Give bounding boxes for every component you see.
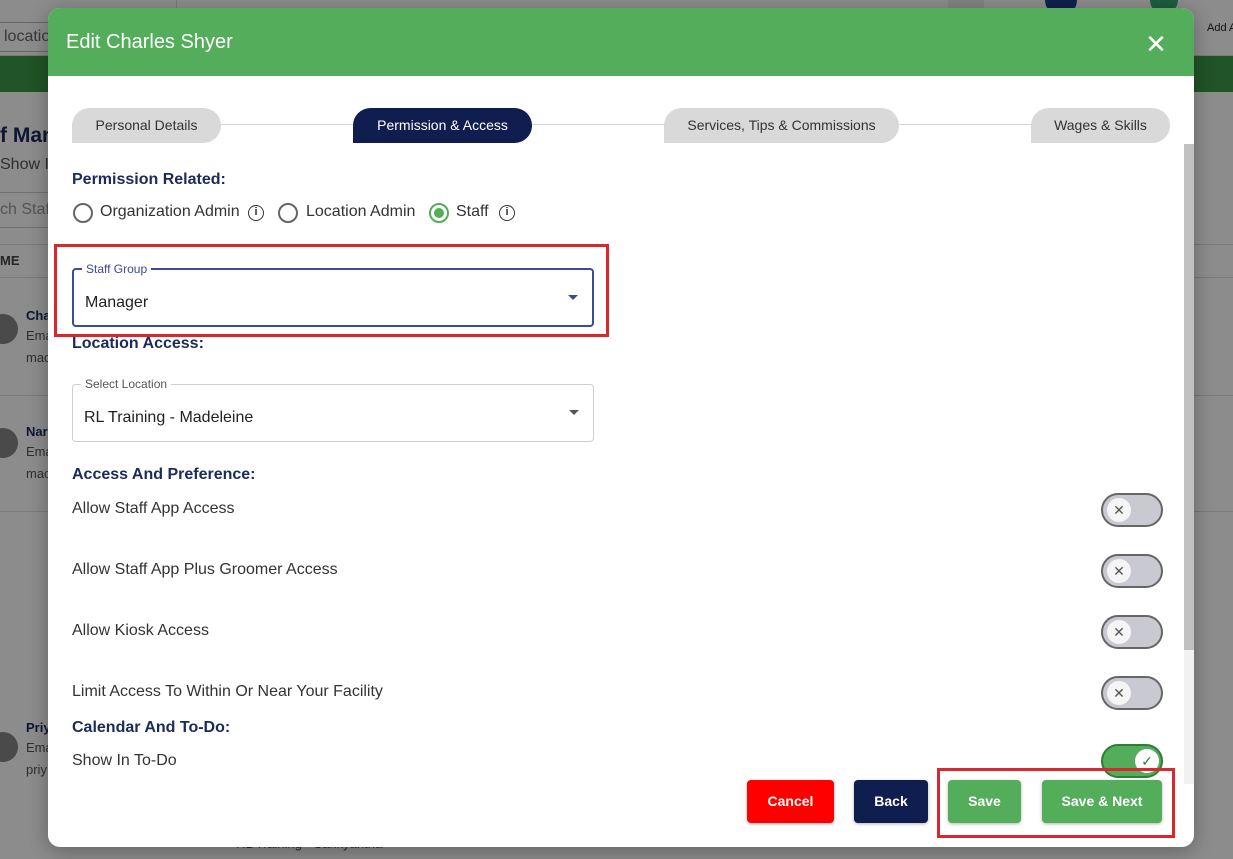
toggle-groomer-access[interactable]: ✕ [1101,554,1163,588]
toggle-off-icon: ✕ [1107,620,1131,644]
modal-header: Edit Charles Shyer ✕ [48,8,1194,76]
back-button[interactable]: Back [854,780,928,823]
tab-permission-access[interactable]: Permission & Access [353,108,532,143]
toggle-limit-access[interactable]: ✕ [1101,676,1163,710]
radio-location-admin[interactable] [278,203,298,223]
toggle-off-icon: ✕ [1107,559,1131,583]
check-icon: ✓ [1135,749,1159,773]
toggle-off-icon: ✕ [1107,681,1131,705]
radio-label-location-admin[interactable]: Location Admin [306,203,415,221]
toggle-staff-app-access[interactable]: ✕ [1101,493,1163,527]
select-location-value: RL Training - Madeleine [84,409,254,426]
access-preference-title: Access And Preference: [72,466,256,483]
select-location-dropdown[interactable]: Select Location RL Training - Madeleine [72,377,594,442]
staff-group-label: Staff Group [82,262,152,276]
pref-label-show-in-todo: Show In To-Do [72,752,177,769]
chevron-down-icon [568,295,578,300]
radio-label-organization-admin[interactable]: Organization Admin [100,203,240,221]
select-location-label: Select Location [81,377,172,391]
radio-label-staff[interactable]: Staff [456,203,489,221]
cancel-button[interactable]: Cancel [747,780,834,823]
modal-title: Edit Charles Shyer [66,31,233,53]
save-next-button[interactable]: Save & Next [1042,780,1162,823]
tab-wages-skills[interactable]: Wages & Skills [1031,108,1170,143]
radio-staff[interactable] [429,203,449,223]
tab-personal-details[interactable]: Personal Details [72,108,221,143]
pref-label-groomer-access: Allow Staff App Plus Groomer Access [72,561,338,578]
radio-organization-admin[interactable] [73,203,93,223]
location-access-title: Location Access: [72,335,204,352]
tabs-divider [72,124,1170,125]
info-icon[interactable]: i [248,205,264,221]
info-icon[interactable]: i [499,205,515,221]
toggle-show-in-todo[interactable]: ✓ [1101,744,1163,778]
staff-group-select[interactable]: Staff Group Manager [72,262,594,327]
staff-group-value: Manager [85,294,149,311]
pref-label-limit-access: Limit Access To Within Or Near Your Faci… [72,683,383,700]
calendar-todo-title: Calendar And To-Do: [72,719,231,736]
pref-label-kiosk-access: Allow Kiosk Access [72,622,209,639]
toggle-off-icon: ✕ [1107,498,1131,522]
pref-label-staff-app-access: Allow Staff App Access [72,500,235,517]
edit-staff-modal: Edit Charles Shyer ✕ Personal Details Pe… [48,8,1194,847]
tab-services-tips-commissions[interactable]: Services, Tips & Commissions [664,108,899,143]
scrollbar-thumb[interactable] [1184,144,1194,650]
permission-related-title: Permission Related: [72,171,226,188]
close-icon[interactable]: ✕ [1144,31,1168,57]
toggle-kiosk-access[interactable]: ✕ [1101,615,1163,649]
save-button[interactable]: Save [948,780,1021,823]
chevron-down-icon [569,410,579,415]
